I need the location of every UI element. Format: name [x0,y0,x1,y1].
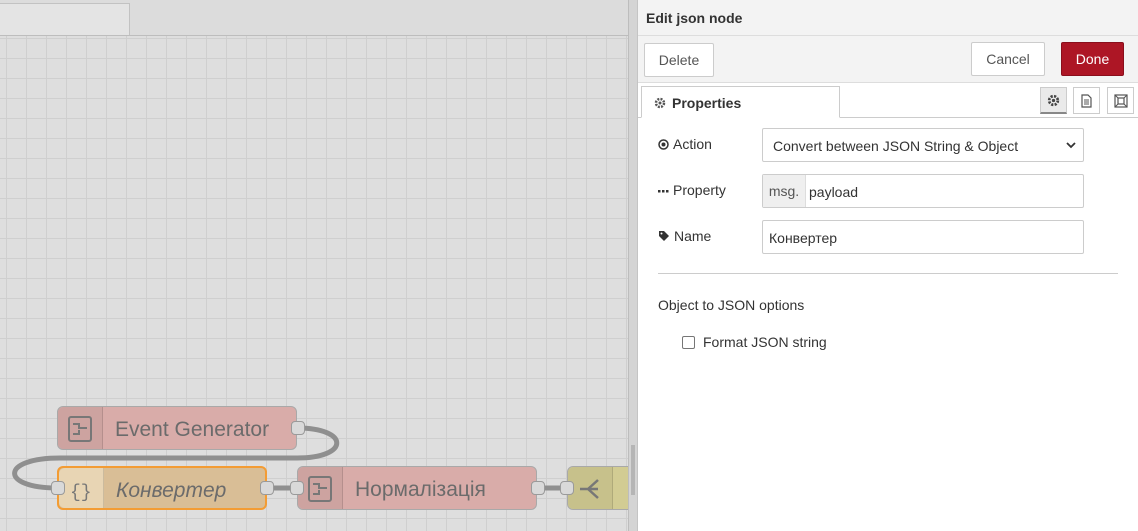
tab-properties-label: Properties [672,95,742,111]
name-label-row: Name [658,228,711,244]
name-label: Name [674,228,712,244]
property-label: Property [673,182,726,198]
function-icon [68,416,92,442]
node-konverter[interactable]: {} Конвертер [51,466,274,510]
property-label-row: Property [658,182,726,198]
chevron-down-icon [1066,142,1076,149]
svg-text:{}: {} [70,483,92,503]
edit-node-tray: Edit json node Delete Cancel Done Proper… [637,0,1138,531]
gear-icon [654,97,666,109]
node-icon-box: {} [59,468,104,508]
function-icon [308,476,332,502]
property-input[interactable]: payload [809,184,858,200]
tab-properties[interactable]: Properties [641,86,840,118]
tab-description[interactable] [1073,87,1100,114]
node-output-port[interactable] [531,481,545,495]
action-select[interactable]: Convert between JSON String & Object [762,128,1084,162]
node-output-port[interactable] [291,421,305,435]
node-label: Нормалізація [355,478,486,501]
document-icon [1081,94,1092,108]
tab-appearance[interactable] [1107,87,1134,114]
node-normalization[interactable]: Нормалізація [290,466,545,510]
gear-icon [1047,94,1060,107]
node-event-generator[interactable]: Event Generator [57,406,305,450]
node-input-port[interactable] [290,481,304,495]
tray-header: Edit json node [638,0,1138,36]
name-input[interactable]: Конвертер [762,220,1084,254]
ellipsis-icon [658,190,669,193]
node-label: Event Generator [115,418,270,441]
dot-circle-icon [658,139,669,150]
wire-connections [12,425,567,491]
done-button[interactable]: Done [1061,42,1124,76]
tray-tabs: Properties [638,83,1138,118]
frame-icon [1114,94,1128,108]
name-input-value: Конвертер [769,230,838,246]
switch-icon [580,479,599,499]
node-input-port[interactable] [560,481,574,495]
json-braces-icon: {} [70,483,92,503]
action-select-value: Convert between JSON String & Object [773,138,1019,154]
node-label: Конвертер [116,479,227,502]
node-icon-box [568,467,613,509]
delete-button[interactable]: Delete [644,43,714,77]
tray-title: Edit json node [646,10,743,26]
property-type-prefix[interactable]: msg. [763,175,806,207]
section-divider [658,273,1118,274]
tray-toolbar: Delete Cancel Done [638,36,1138,83]
node-icon-box [298,467,343,509]
property-typed-input[interactable]: msg. payload [762,174,1084,208]
object-options-heading: Object to JSON options [658,297,805,313]
node-output-port[interactable] [260,481,274,495]
action-label: Action [673,136,712,152]
action-label-row: Action [658,136,712,152]
cancel-button[interactable]: Cancel [971,42,1045,76]
node-input-port[interactable] [51,481,65,495]
format-json-checkbox[interactable] [682,336,695,349]
flow-workspace[interactable]: Event Generator {} Конвертер Нормалізаці… [0,0,687,531]
splitter-handle[interactable] [631,445,635,495]
tab-node-settings[interactable] [1040,87,1067,114]
tag-icon [659,231,669,241]
format-json-label[interactable]: Format JSON string [703,334,827,350]
node-icon-box [58,407,103,449]
